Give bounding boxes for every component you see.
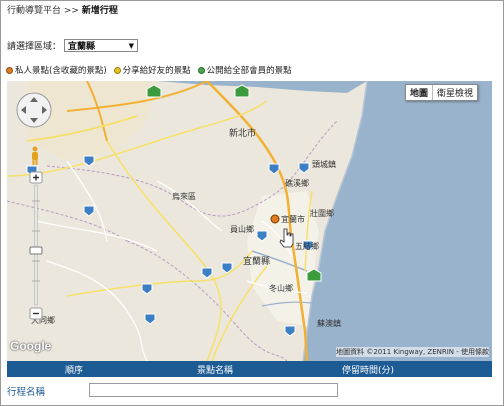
map-type-map-button[interactable]: 地圖 xyxy=(406,85,432,100)
map-legend: 私人景點(含收藏的景點) 分享給好友的景點 公開給全部會員的景點 xyxy=(6,64,299,76)
legend-label: 分享給好友的景點 xyxy=(122,66,191,76)
map-label: 宜蘭縣 xyxy=(243,257,271,267)
street-view-pegman-icon[interactable] xyxy=(29,146,41,166)
trip-name-input[interactable] xyxy=(89,383,338,397)
map-label: 礁溪鄉 xyxy=(285,179,309,188)
legend-item-private: 私人景點(含收藏的景點) xyxy=(6,64,107,76)
yellow-dot-icon xyxy=(113,66,121,74)
chevron-down-icon: ▼ xyxy=(128,41,135,50)
trip-name-label: 行程名稱 xyxy=(7,387,46,398)
column-header-stay-time: 停留時間(分) xyxy=(342,365,395,376)
green-dot-icon xyxy=(197,66,205,74)
breadcrumb-root[interactable]: 行動導覽平台 xyxy=(7,6,61,16)
legend-item-shared: 分享給好友的景點 xyxy=(113,64,191,76)
pan-control[interactable] xyxy=(15,91,53,129)
region-select[interactable]: 宜蘭縣 ▼ xyxy=(64,39,139,52)
column-header-spot-name: 景點名稱 xyxy=(197,365,234,376)
map-label: 冬山鄉 xyxy=(269,284,293,293)
itinerary-table-header: 順序 景點名稱 停留時間(分) xyxy=(7,361,492,377)
zoom-control[interactable] xyxy=(29,171,43,321)
breadcrumb: 行動導覽平台 >> 新增行程 xyxy=(7,3,118,16)
column-header-order: 順序 xyxy=(65,365,84,376)
map-label: 蘇澳鎮 xyxy=(317,319,341,328)
legend-label: 公開給全部會員的景點 xyxy=(206,66,292,76)
map-label: 員山鄉 xyxy=(230,225,254,234)
map-label: 宜蘭市 xyxy=(281,215,305,224)
breadcrumb-current: 新增行程 xyxy=(81,6,118,16)
map-label: 烏來區 xyxy=(172,192,196,201)
orange-dot-icon xyxy=(6,66,13,74)
region-label: 請選擇區域： xyxy=(7,42,62,52)
google-logo: Google xyxy=(10,339,52,353)
map-type-control: 地圖 衛星檢視 xyxy=(405,84,479,101)
map-label: 頭城鎮 xyxy=(312,160,336,169)
map-label: 五結鄉 xyxy=(295,242,319,251)
region-select-value: 宜蘭縣 xyxy=(68,42,96,52)
legend-item-public: 公開給全部會員的景點 xyxy=(197,64,292,76)
map-label: 新北市 xyxy=(229,129,257,139)
breadcrumb-separator: >> xyxy=(63,6,79,16)
trip-name-row: 行程名稱 xyxy=(7,384,45,398)
map-copyright: 地圖資料 ©2011 Kingway, ZENRIN - 使用條款 xyxy=(336,347,489,357)
map-canvas xyxy=(7,81,492,361)
map-view[interactable]: 新北市 烏來區 頭城鎮 礁溪鄉 員山鄉 宜蘭市 壯圍鄉 宜蘭縣 五結鄉 冬山鄉 … xyxy=(7,81,492,361)
map-label: 壯圍鄉 xyxy=(310,209,334,218)
map-type-satellite-button[interactable]: 衛星檢視 xyxy=(432,85,477,100)
legend-label: 私人景點(含收藏的景點) xyxy=(15,66,107,76)
region-selector-row: 請選擇區域： 宜蘭縣 ▼ xyxy=(7,39,139,52)
